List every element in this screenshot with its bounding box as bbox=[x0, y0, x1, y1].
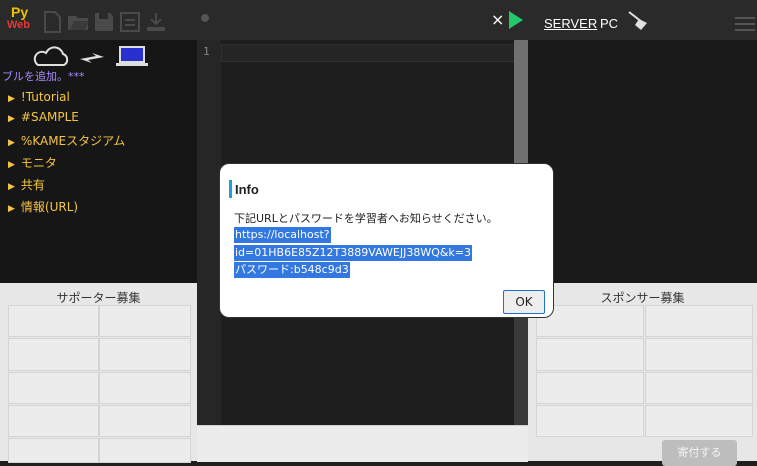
server-panel bbox=[528, 40, 757, 283]
tree-item-shared[interactable]: ▶ 共有 bbox=[8, 176, 45, 193]
tree-item-label: モニタ bbox=[20, 156, 57, 170]
tree-item-label: #SAMPLE bbox=[20, 110, 79, 124]
ok-button[interactable]: OK bbox=[503, 290, 545, 314]
supporter-slot bbox=[8, 338, 99, 371]
supporter-slot bbox=[99, 338, 191, 371]
lightning-sync-icon[interactable] bbox=[78, 49, 106, 65]
save-icon[interactable] bbox=[92, 10, 116, 34]
dialog-url-line1[interactable]: https://localhost? bbox=[234, 227, 331, 243]
info-dialog: Info 下記URLとパスワードを学習者へお知らせください。 https://l… bbox=[219, 163, 554, 318]
tree-item-label: 情報(URL) bbox=[20, 200, 79, 214]
dialog-message: 下記URLとパスワードを学習者へお知らせください。 bbox=[234, 212, 498, 225]
supporter-slot bbox=[99, 405, 191, 437]
supporter-slot bbox=[99, 305, 191, 337]
supporters-panel: サポーター募集 bbox=[0, 283, 197, 463]
new-file-icon[interactable] bbox=[40, 10, 64, 34]
editor-scrollbar-thumb[interactable] bbox=[514, 40, 528, 180]
dialog-url-line2[interactable]: id=01HB6E85Z12T3889VAWEJJ38WQ&k=3 bbox=[234, 245, 473, 261]
supporter-slot bbox=[99, 438, 191, 463]
tree-item-label: 共有 bbox=[20, 178, 45, 192]
dialog-accent-bar bbox=[229, 180, 232, 198]
tree-item-tutorial[interactable]: ▶ !Tutorial bbox=[8, 90, 70, 104]
donate-button[interactable]: 寄付する bbox=[662, 440, 737, 466]
save-as-icon[interactable] bbox=[118, 10, 142, 34]
sponsors-panel: スポンサー募集 bbox=[528, 283, 757, 461]
tree-item-label: %KAMEスタジアム bbox=[20, 134, 126, 148]
hamburger-menu-icon[interactable] bbox=[735, 17, 755, 31]
sponsor-slot bbox=[536, 405, 644, 437]
pyweb-logo[interactable]: Py Web bbox=[4, 4, 36, 37]
supporter-slot bbox=[8, 405, 99, 437]
top-toolbar: Py Web × SERVER PC bbox=[0, 0, 757, 40]
supporter-slot bbox=[8, 438, 99, 463]
dialog-title: Info bbox=[235, 182, 259, 197]
logo-py-text: Py bbox=[11, 4, 29, 20]
tree-item-monitor[interactable]: ▶ モニタ bbox=[8, 154, 57, 171]
run-button[interactable] bbox=[509, 11, 523, 29]
cloud-icon[interactable] bbox=[32, 44, 70, 68]
add-table-note: ブルを追加。*** bbox=[2, 70, 85, 83]
expand-arrow-icon: ▶ bbox=[8, 160, 15, 170]
line-number: 1 bbox=[203, 45, 210, 58]
sponsor-slot bbox=[645, 405, 753, 437]
expand-arrow-icon: ▶ bbox=[8, 182, 15, 192]
expand-arrow-icon: ▶ bbox=[8, 94, 15, 104]
editor-bottom-area bbox=[197, 425, 528, 462]
line-number-gutter bbox=[197, 40, 221, 425]
broom-icon[interactable] bbox=[627, 10, 653, 32]
supporter-slot bbox=[99, 372, 191, 404]
logo-web-text: Web bbox=[7, 19, 31, 31]
expand-arrow-icon: ▶ bbox=[8, 114, 15, 124]
sponsor-slot bbox=[645, 305, 753, 337]
expand-arrow-icon: ▶ bbox=[8, 138, 15, 148]
download-icon[interactable] bbox=[144, 10, 168, 34]
sponsor-slot bbox=[645, 372, 753, 404]
sponsor-slot bbox=[536, 338, 644, 371]
open-folder-icon[interactable] bbox=[66, 10, 90, 34]
sponsor-slot bbox=[536, 372, 644, 404]
tree-item-kame-stadium[interactable]: ▶ %KAMEスタジアム bbox=[8, 132, 125, 149]
sponsor-slot bbox=[645, 338, 753, 371]
close-tab-button[interactable]: × bbox=[491, 11, 504, 29]
dialog-password[interactable]: パスワード:b548c9d3 bbox=[234, 262, 350, 278]
supporter-slot bbox=[8, 305, 99, 337]
supporter-slot bbox=[8, 372, 99, 404]
tree-item-label: !Tutorial bbox=[20, 90, 70, 104]
supporters-title: サポーター募集 bbox=[56, 291, 141, 305]
tree-item-sample[interactable]: ▶ #SAMPLE bbox=[8, 110, 79, 124]
sponsors-title: スポンサー募集 bbox=[600, 291, 685, 305]
tab-server[interactable]: SERVER bbox=[544, 16, 597, 31]
laptop-icon[interactable] bbox=[114, 44, 150, 68]
current-line-highlight bbox=[221, 44, 515, 62]
editor-tab-dot[interactable] bbox=[201, 14, 209, 22]
expand-arrow-icon: ▶ bbox=[8, 204, 15, 214]
tab-pc[interactable]: PC bbox=[600, 16, 618, 31]
tree-item-info-url[interactable]: ▶ 情報(URL) bbox=[8, 198, 78, 215]
